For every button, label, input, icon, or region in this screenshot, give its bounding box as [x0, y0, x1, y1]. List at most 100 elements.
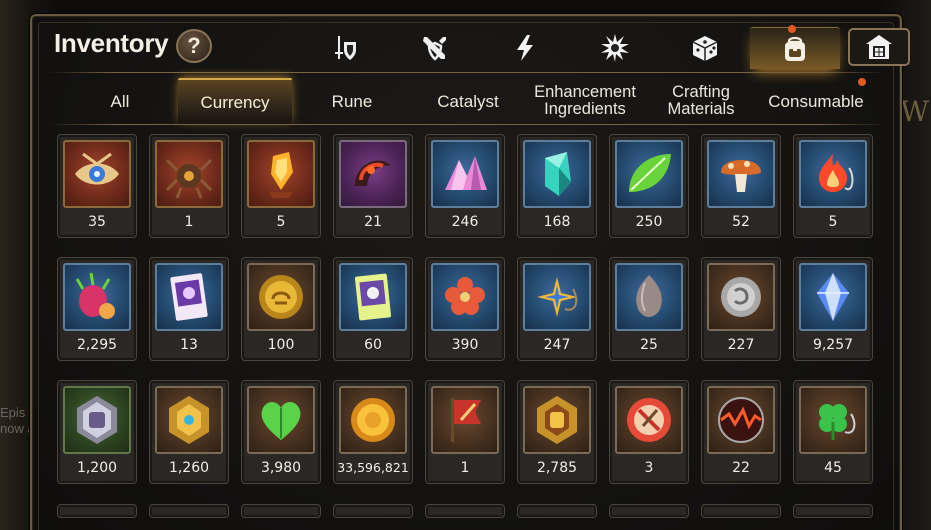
item-count: 3: [644, 460, 654, 476]
item-frame: [339, 386, 407, 454]
item-frame: [339, 140, 407, 208]
inventory-item[interactable]: 1,200: [57, 380, 137, 484]
item-count: 227: [727, 337, 755, 353]
subtab-crafting-materials[interactable]: Crafting Materials: [652, 78, 750, 124]
item-count: 33,596,821: [337, 460, 409, 475]
eye-emblem-icon: [75, 152, 119, 185]
inventory-item[interactable]: 390: [425, 257, 505, 361]
cyan-crystal-icon: [545, 152, 571, 196]
house-storage-icon: [866, 35, 892, 59]
divider: [48, 72, 886, 73]
item-frame: [155, 386, 223, 454]
inventory-item[interactable]: 247: [517, 257, 597, 361]
help-button[interactable]: ?: [176, 29, 212, 63]
inventory-item[interactable]: 1,260: [149, 380, 229, 484]
inventory-item[interactable]: 168: [517, 134, 597, 238]
clover-charm-icon: [819, 404, 856, 440]
inventory-item-partial[interactable]: [241, 504, 321, 518]
crystal-cluster-icon: [445, 156, 487, 190]
inventory-item[interactable]: 2,785: [517, 380, 597, 484]
item-count: 168: [543, 214, 571, 230]
inventory-item[interactable]: 3,980: [241, 380, 321, 484]
inventory-item-partial[interactable]: [793, 504, 873, 518]
background-text-right: W: [900, 95, 929, 128]
inventory-item-partial[interactable]: [425, 504, 505, 518]
inventory-item[interactable]: 22: [701, 380, 781, 484]
subtab-enhancement-ingredients[interactable]: Enhancement Ingredients: [526, 78, 644, 124]
inventory-item[interactable]: 60: [333, 257, 413, 361]
inventory-item[interactable]: 2,295: [57, 257, 137, 361]
artifact-burst-icon: [601, 34, 629, 62]
blue-gem-icon: [817, 273, 849, 321]
item-count: 60: [364, 337, 382, 353]
subtab-consumable[interactable]: Consumable: [760, 78, 872, 124]
tab-skills[interactable]: [480, 27, 570, 69]
tab-items[interactable]: [750, 25, 840, 69]
item-count: 25: [640, 337, 658, 353]
red-flower-icon: [445, 277, 485, 315]
star-pendant-icon: [537, 277, 578, 317]
inventory-item[interactable]: 227: [701, 257, 781, 361]
inventory-item[interactable]: 21: [333, 134, 413, 238]
subtab-catalyst[interactable]: Catalyst: [420, 78, 516, 124]
item-frame: [523, 386, 591, 454]
item-count: 2,295: [76, 337, 118, 353]
inventory-item[interactable]: 52: [701, 134, 781, 238]
flame-charm-icon: [819, 154, 854, 192]
inventory-item[interactable]: 45: [793, 380, 873, 484]
inventory-item-partial[interactable]: [609, 504, 689, 518]
inventory-item[interactable]: 25: [609, 257, 689, 361]
subtab-label: Currency: [200, 92, 270, 112]
item-frame: [63, 140, 131, 208]
sub-tab-bar: All Currency Rune Catalyst Enhancement I…: [60, 78, 876, 124]
item-frame: [155, 140, 223, 208]
item-count: 5: [276, 214, 286, 230]
dark-horn-icon: [355, 160, 391, 186]
inventory-item[interactable]: 5: [793, 134, 873, 238]
item-frame: [523, 140, 591, 208]
inventory-item[interactable]: 1: [149, 134, 229, 238]
tab-artifacts[interactable]: [570, 27, 660, 69]
inventory-item[interactable]: 250: [609, 134, 689, 238]
item-frame: [247, 263, 315, 331]
inventory-item-partial[interactable]: [701, 504, 781, 518]
inventory-item[interactable]: 100: [241, 257, 321, 361]
inventory-item[interactable]: 13: [149, 257, 229, 361]
tab-storage[interactable]: [848, 28, 910, 66]
lightning-icon: [517, 35, 533, 61]
item-frame: [707, 140, 775, 208]
tab-misc[interactable]: [660, 27, 750, 69]
inventory-item-partial[interactable]: [149, 504, 229, 518]
item-frame: [155, 263, 223, 331]
inventory-item[interactable]: 5: [241, 134, 321, 238]
gold-hex-badge-icon: [169, 396, 209, 444]
inventory-item[interactable]: 1: [425, 380, 505, 484]
subtab-label: Consumable: [768, 91, 864, 111]
notification-dot: [858, 78, 866, 86]
item-count: 3,980: [260, 460, 302, 476]
tab-weapons[interactable]: [390, 27, 480, 69]
spider-relic-icon: [165, 158, 213, 199]
item-count: 390: [451, 337, 479, 353]
item-count: 45: [824, 460, 842, 476]
item-count: 246: [451, 214, 479, 230]
inventory-item[interactable]: 9,257: [793, 257, 873, 361]
inventory-item[interactable]: 3: [609, 380, 689, 484]
subtab-all[interactable]: All: [74, 78, 166, 124]
inventory-item-partial[interactable]: [57, 504, 137, 518]
inventory-item[interactable]: 33,596,821: [333, 380, 413, 484]
inventory-item-partial[interactable]: [333, 504, 413, 518]
fist-hex-badge-icon: [537, 396, 577, 444]
inventory-item[interactable]: 246: [425, 134, 505, 238]
inventory-item-partial[interactable]: [517, 504, 597, 518]
notification-dot: [788, 25, 796, 33]
subtab-label: Enhancement Ingredients: [534, 83, 636, 118]
leaf-icon: [629, 154, 671, 192]
subtab-label: All: [110, 91, 130, 111]
subtab-currency[interactable]: Currency: [178, 78, 292, 124]
inventory-item[interactable]: 35: [57, 134, 137, 238]
subtab-rune[interactable]: Rune: [305, 78, 399, 124]
gold-coin-icon: [351, 398, 395, 442]
item-count: 250: [635, 214, 663, 230]
tab-equipment[interactable]: [300, 27, 390, 69]
